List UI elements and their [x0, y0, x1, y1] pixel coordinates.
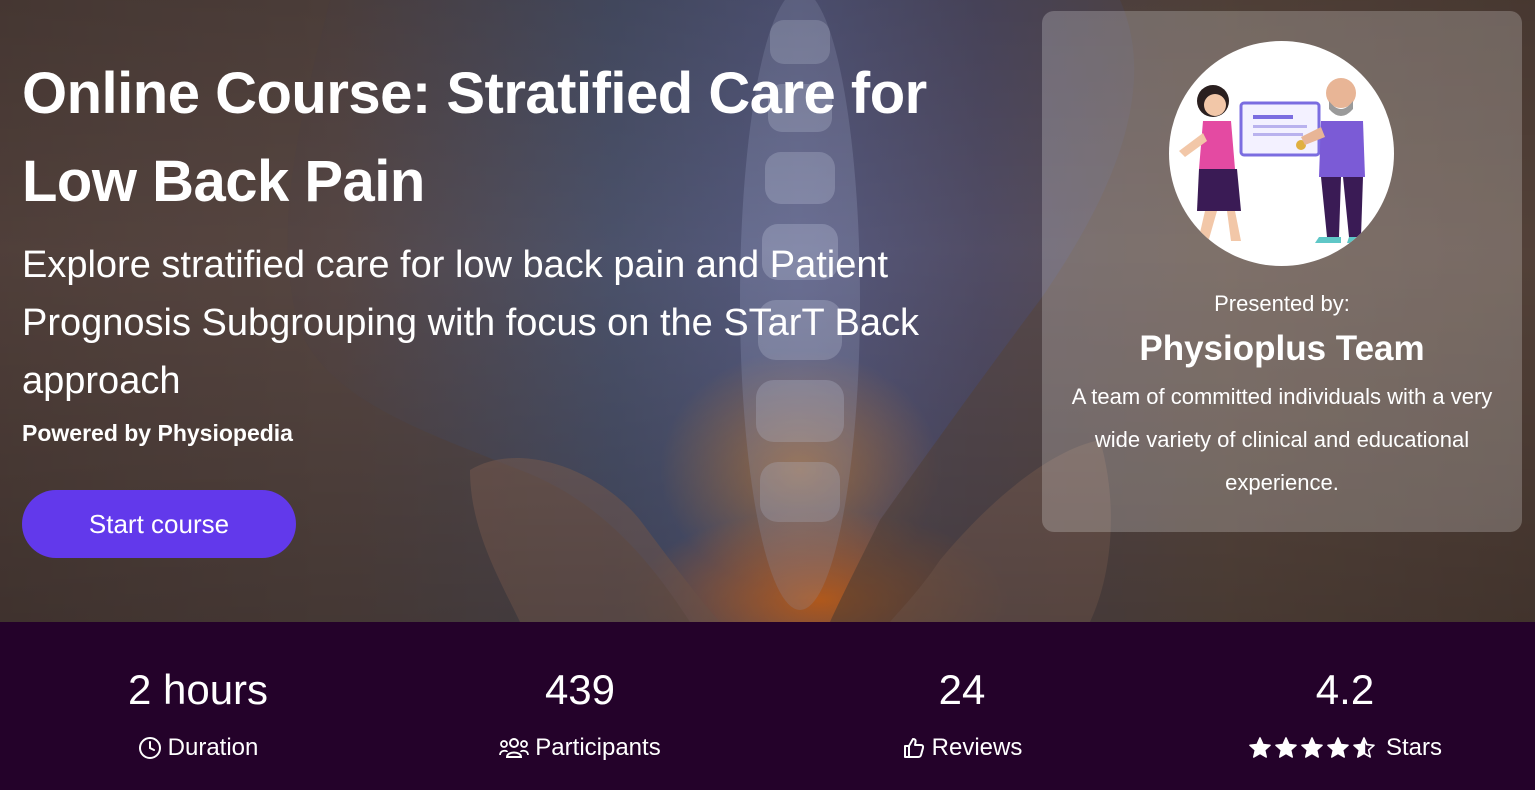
users-icon	[499, 736, 530, 760]
course-title: Online Course: Stratified Care for Low B…	[22, 61, 927, 214]
presenter-name: Physioplus Team	[1139, 329, 1425, 368]
participants-label-row: Participants	[388, 734, 772, 762]
star-icon	[1353, 737, 1375, 758]
course-stats-bar: 2 hours Duration 439 Participants 24 Rev…	[0, 622, 1535, 790]
stat-participants: 439 Participants	[388, 622, 772, 790]
presenter-card: Presented by: Physioplus Team A team of …	[1042, 11, 1522, 532]
reviews-label: Reviews	[931, 734, 1023, 761]
reviews-value: 24	[938, 666, 986, 713]
stat-rating: 4.2 Stars	[1153, 622, 1535, 790]
rating-value: 4.2	[1315, 666, 1375, 713]
course-hero: Online Course: Stratified Care for Low B…	[0, 0, 1535, 622]
presented-by-label: Presented by:	[1214, 291, 1350, 316]
duration-value: 2 hours	[127, 666, 269, 713]
reviews-label-row: Reviews	[770, 734, 1154, 762]
rating-label: Stars	[1385, 734, 1442, 761]
stat-duration: 2 hours Duration	[6, 622, 390, 790]
star-icon	[1249, 737, 1271, 758]
duration-label-row: Duration	[6, 734, 390, 762]
star-icon	[1327, 737, 1349, 758]
duration-label: Duration	[167, 734, 259, 761]
presenter-avatar	[1169, 41, 1394, 266]
rating-label-row: Stars	[1153, 734, 1535, 762]
star-rating	[1248, 736, 1376, 760]
star-icon	[1275, 737, 1297, 758]
course-subtitle: Explore stratified care for low back pai…	[22, 244, 920, 402]
powered-by-text: Powered by Physiopedia	[22, 420, 293, 446]
stat-reviews: 24 Reviews	[770, 622, 1154, 790]
thumbs-up-icon	[902, 736, 926, 760]
presenter-description: A team of committed individuals with a v…	[1071, 384, 1493, 495]
participants-label: Participants	[535, 734, 661, 761]
star-icon	[1301, 737, 1323, 758]
participants-value: 439	[544, 666, 616, 713]
clock-icon	[138, 736, 162, 760]
start-course-button[interactable]: Start course	[22, 490, 296, 558]
